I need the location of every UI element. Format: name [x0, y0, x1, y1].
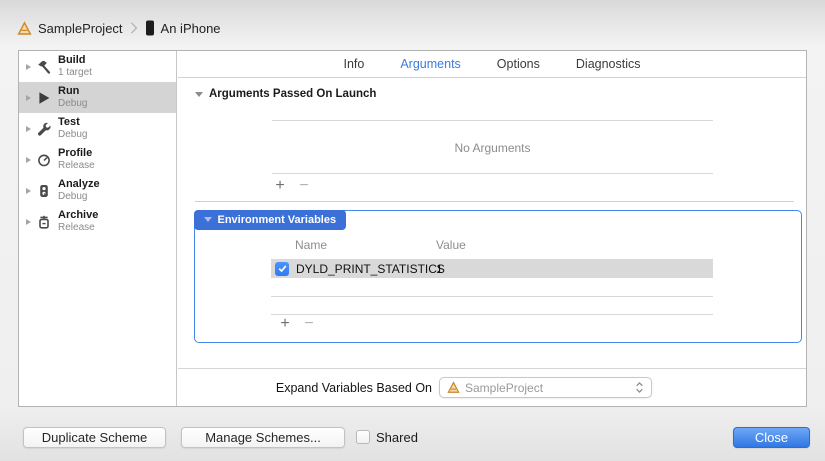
tab-diagnostics[interactable]: Diagnostics — [576, 57, 641, 71]
remove-env-variable-button[interactable]: − — [301, 316, 317, 332]
disclosure-triangle-icon[interactable] — [26, 64, 31, 70]
disclosure-down-icon[interactable] — [204, 217, 212, 222]
scheme-editor-dialog: SampleProject An iPhone Build 1 target — [0, 0, 825, 461]
sidebar-item-sub: Release — [58, 160, 95, 172]
stepper-chevrons-icon — [633, 380, 646, 395]
sidebar-item-label: Build — [58, 54, 92, 66]
separator — [272, 173, 713, 174]
separator — [178, 368, 806, 369]
sidebar-item-sub: 1 target — [58, 67, 92, 79]
arguments-section-header: Arguments Passed On Launch — [195, 88, 376, 100]
expand-variables-label: Expand Variables Based On — [218, 381, 432, 395]
disclosure-triangle-icon[interactable] — [26, 219, 31, 225]
chevron-right-icon — [130, 22, 138, 34]
sidebar: Build 1 target Run Debug — [19, 51, 177, 406]
separator — [195, 201, 794, 202]
environment-variables-title: Environment Variables — [218, 214, 337, 226]
disclosure-triangle-icon[interactable] — [26, 188, 31, 194]
archive-vise-icon — [36, 214, 52, 230]
sidebar-item-label: Profile — [58, 147, 95, 159]
sidebar-item-sub: Debug — [58, 191, 100, 203]
iphone-icon — [145, 20, 155, 36]
env-row-checkbox[interactable] — [275, 262, 289, 276]
tab-options[interactable]: Options — [497, 57, 540, 71]
analyze-icon — [36, 183, 52, 199]
disclosure-triangle-icon[interactable] — [26, 95, 31, 101]
env-variable-row[interactable]: DYLD_PRINT_STATISTICS 1 — [271, 259, 713, 278]
breadcrumb-device[interactable]: An iPhone — [161, 21, 221, 36]
manage-schemes-button[interactable]: Manage Schemes... — [181, 427, 345, 448]
env-variable-name[interactable]: DYLD_PRINT_STATISTICS — [296, 262, 445, 276]
expand-variables-dropdown[interactable]: SampleProject — [439, 377, 652, 398]
tab-bar: Info Arguments Options Diagnostics — [178, 51, 806, 78]
gauge-icon — [36, 152, 52, 168]
wrench-icon — [36, 121, 52, 137]
scheme-panel: Build 1 target Run Debug — [18, 50, 807, 407]
shared-checkbox[interactable] — [356, 430, 370, 444]
sidebar-item-run[interactable]: Run Debug — [19, 82, 176, 113]
environment-variables-section: Environment Variables Name Value DYLD_PR… — [194, 210, 802, 343]
sidebar-item-test[interactable]: Test Debug — [19, 113, 176, 144]
sidebar-item-label: Test — [58, 116, 87, 128]
sidebar-item-build[interactable]: Build 1 target — [19, 51, 176, 82]
disclosure-triangle-icon[interactable] — [26, 126, 31, 132]
hammer-icon — [36, 59, 52, 75]
column-header-value: Value — [436, 238, 466, 252]
sidebar-item-sub: Debug — [58, 129, 87, 141]
sidebar-item-label: Archive — [58, 209, 98, 221]
breadcrumb-project[interactable]: SampleProject — [38, 21, 123, 36]
xcode-project-icon — [447, 381, 460, 394]
disclosure-triangle-icon[interactable] — [26, 157, 31, 163]
close-button[interactable]: Close — [733, 427, 810, 448]
separator — [272, 120, 713, 121]
tab-info[interactable]: Info — [343, 57, 364, 71]
sidebar-item-analyze[interactable]: Analyze Debug — [19, 175, 176, 206]
tab-arguments[interactable]: Arguments — [400, 57, 460, 71]
sidebar-item-sub: Debug — [58, 98, 87, 110]
disclosure-down-icon[interactable] — [195, 92, 203, 97]
env-variable-value[interactable]: 1 — [436, 262, 443, 276]
play-icon — [36, 90, 52, 106]
shared-checkbox-label: Shared — [376, 430, 418, 445]
environment-variables-badge[interactable]: Environment Variables — [194, 210, 347, 230]
separator — [271, 296, 713, 297]
no-arguments-text: No Arguments — [272, 141, 713, 155]
duplicate-scheme-button[interactable]: Duplicate Scheme — [23, 427, 166, 448]
breadcrumb: SampleProject An iPhone — [17, 19, 221, 37]
sidebar-item-label: Run — [58, 85, 87, 97]
separator — [271, 314, 713, 315]
xcode-project-icon — [17, 21, 32, 36]
sidebar-item-profile[interactable]: Profile Release — [19, 144, 176, 175]
sidebar-item-archive[interactable]: Archive Release — [19, 206, 176, 237]
expand-variables-value: SampleProject — [465, 381, 543, 395]
remove-argument-button[interactable]: − — [296, 178, 312, 194]
add-env-variable-button[interactable]: + — [277, 316, 293, 332]
scheme-content: Info Arguments Options Diagnostics Argum… — [178, 51, 806, 406]
arguments-section-title: Arguments Passed On Launch — [209, 88, 376, 100]
sidebar-item-sub: Release — [58, 222, 98, 234]
sidebar-item-label: Analyze — [58, 178, 100, 190]
column-header-name: Name — [295, 238, 327, 252]
add-argument-button[interactable]: + — [272, 178, 288, 194]
